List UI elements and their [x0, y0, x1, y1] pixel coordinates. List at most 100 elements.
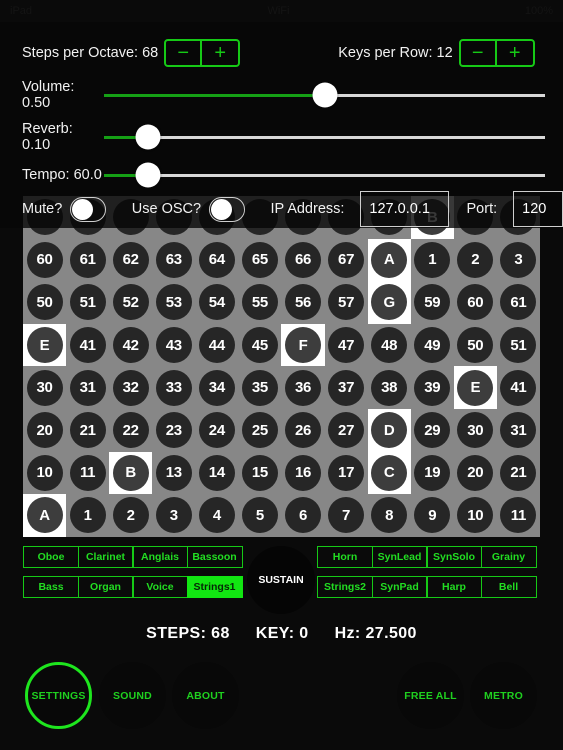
instrument-button-oboe[interactable]: Oboe	[23, 546, 79, 568]
key-cell-highlighted[interactable]: F	[281, 323, 325, 367]
key-cell[interactable]: 62	[109, 239, 152, 282]
key-cell[interactable]: 57	[325, 281, 368, 324]
instrument-button-bassoon[interactable]: Bassoon	[186, 546, 243, 568]
instrument-button-grainy[interactable]: Grainy	[480, 546, 537, 568]
key-cell[interactable]: 31	[66, 366, 109, 409]
key-cell[interactable]: 15	[238, 452, 281, 495]
key-cell[interactable]: 63	[152, 239, 195, 282]
steps-minus-button[interactable]: −	[166, 41, 203, 65]
key-cell[interactable]: 10	[23, 452, 66, 495]
key-cell[interactable]: 54	[195, 281, 238, 324]
key-cell[interactable]: 3	[152, 494, 195, 537]
key-cell[interactable]: 22	[109, 409, 152, 452]
tempo-slider[interactable]	[104, 162, 545, 188]
key-cell[interactable]: 39	[411, 366, 454, 409]
key-cell[interactable]: 35	[238, 366, 281, 409]
volume-slider[interactable]	[104, 82, 545, 108]
key-grid[interactable]: B6061626364656667A1235051525354555657G59…	[23, 196, 540, 537]
key-cell[interactable]: 25	[238, 409, 281, 452]
key-cell[interactable]: 52	[109, 281, 152, 324]
key-cell[interactable]: 61	[497, 281, 540, 324]
key-cell[interactable]: 59	[411, 281, 454, 324]
key-cell[interactable]: 45	[238, 324, 281, 367]
instrument-button-bell[interactable]: Bell	[480, 576, 537, 598]
instrument-button-clarinet[interactable]: Clarinet	[77, 546, 134, 568]
key-cell-highlighted[interactable]: E	[23, 323, 67, 367]
key-cell[interactable]: 41	[497, 366, 540, 409]
key-cell[interactable]: 37	[325, 366, 368, 409]
key-cell[interactable]: 11	[497, 494, 540, 537]
instrument-button-voice[interactable]: Voice	[132, 576, 188, 598]
key-cell[interactable]: 23	[152, 409, 195, 452]
key-cell[interactable]: 27	[325, 409, 368, 452]
free-all-button[interactable]: FREE ALL	[397, 662, 464, 729]
key-cell[interactable]: 11	[66, 452, 109, 495]
key-cell[interactable]: 3	[497, 239, 540, 282]
key-cell[interactable]: 29	[411, 409, 454, 452]
key-cell[interactable]: 21	[66, 409, 109, 452]
key-cell[interactable]: 33	[152, 366, 195, 409]
key-cell[interactable]: 66	[281, 239, 324, 282]
sound-button[interactable]: SOUND	[99, 662, 166, 729]
tempo-slider-knob[interactable]	[135, 162, 161, 188]
key-cell[interactable]: 2	[454, 239, 497, 282]
key-cell[interactable]: 49	[411, 324, 454, 367]
key-cell[interactable]: 48	[368, 324, 411, 367]
key-cell[interactable]: 30	[23, 366, 66, 409]
key-cell[interactable]: 8	[368, 494, 411, 537]
settings-button[interactable]: SETTINGS	[25, 662, 92, 729]
keys-per-row-stepper[interactable]: − +	[458, 39, 535, 67]
key-cell[interactable]: 51	[66, 281, 109, 324]
volume-slider-knob[interactable]	[312, 82, 337, 108]
instrument-button-strings2[interactable]: Strings2	[317, 576, 373, 598]
key-cell[interactable]: 43	[152, 324, 195, 367]
metro-button[interactable]: METRO	[470, 662, 537, 729]
instrument-button-anglais[interactable]: Anglais	[132, 546, 188, 568]
key-cell[interactable]: 36	[281, 366, 324, 409]
key-cell[interactable]: 4	[195, 494, 238, 537]
key-cell[interactable]: 30	[454, 409, 497, 452]
key-cell[interactable]: 26	[281, 409, 324, 452]
instrument-button-bass[interactable]: Bass	[23, 576, 79, 598]
key-cell[interactable]: 14	[195, 452, 238, 495]
port-input[interactable]: 120	[513, 191, 563, 227]
key-cell[interactable]: 67	[325, 239, 368, 282]
use-osc-toggle[interactable]	[209, 196, 245, 222]
key-cell[interactable]: 17	[325, 452, 368, 495]
instrument-button-synpad[interactable]: SynPad	[371, 576, 428, 598]
reverb-slider[interactable]	[104, 124, 545, 150]
key-cell[interactable]: 7	[325, 494, 368, 537]
instrument-button-organ[interactable]: Organ	[77, 576, 134, 598]
key-cell-highlighted[interactable]: A	[367, 238, 411, 282]
key-cell[interactable]: 47	[325, 324, 368, 367]
key-cell[interactable]: 50	[23, 281, 66, 324]
keys-plus-button[interactable]: +	[497, 41, 533, 65]
instrument-button-harp[interactable]: Harp	[426, 576, 482, 598]
mute-toggle[interactable]	[70, 196, 106, 222]
key-cell[interactable]: 13	[152, 452, 195, 495]
key-cell[interactable]: 20	[454, 452, 497, 495]
key-cell[interactable]: 16	[281, 452, 324, 495]
steps-per-octave-stepper[interactable]: − +	[164, 39, 241, 67]
reverb-slider-knob[interactable]	[135, 124, 161, 150]
key-cell-highlighted[interactable]: G	[367, 281, 411, 324]
key-cell[interactable]: 32	[109, 366, 152, 409]
instrument-button-strings1[interactable]: Strings1	[186, 576, 243, 598]
key-cell[interactable]: 60	[454, 281, 497, 324]
key-cell[interactable]: 56	[281, 281, 324, 324]
instrument-button-horn[interactable]: Horn	[317, 546, 373, 568]
key-cell-highlighted[interactable]: B	[109, 451, 153, 495]
key-cell[interactable]: 50	[454, 324, 497, 367]
ip-address-input[interactable]: 127.0.0.1	[360, 191, 449, 227]
key-cell[interactable]: 5	[238, 494, 281, 537]
key-cell-highlighted[interactable]: C	[367, 451, 411, 495]
key-cell[interactable]: 42	[109, 324, 152, 367]
key-cell-highlighted[interactable]: E	[453, 366, 497, 409]
keys-minus-button[interactable]: −	[461, 41, 497, 65]
key-cell[interactable]: 64	[195, 239, 238, 282]
key-cell[interactable]: 19	[411, 452, 454, 495]
key-cell[interactable]: 6	[281, 494, 324, 537]
key-cell[interactable]: 55	[238, 281, 281, 324]
instrument-button-synlead[interactable]: SynLead	[371, 546, 428, 568]
key-cell[interactable]: 61	[66, 239, 109, 282]
